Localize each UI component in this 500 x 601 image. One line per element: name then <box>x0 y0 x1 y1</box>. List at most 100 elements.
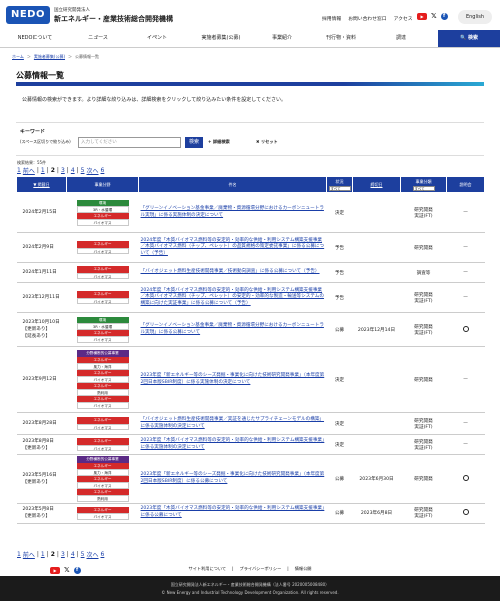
keyword-input[interactable]: 入力してください <box>78 137 181 148</box>
col-deadline[interactable]: 締切日 <box>352 176 401 193</box>
cell-briefing: — <box>446 412 485 435</box>
pager-first[interactable]: 1 <box>17 551 21 558</box>
cell-date: 2023年5月8日 【更新あり】 <box>16 503 67 524</box>
call-title-link[interactable]: 「グリーンイノベーション基金事業／廃棄物・資源循環分野におけるカーボンニュートラ… <box>141 206 324 218</box>
site-header: NEDO 国立研究開発法人 新エネルギー・産業技術総合開発機構 採用情報 お問い… <box>0 0 500 30</box>
cell-date: 2024年1月11日 <box>16 262 67 283</box>
call-title-link[interactable]: 「グリーンイノベーション基金事業／廃棄物・資源循環分野におけるカーボンニュートラ… <box>141 323 324 335</box>
field-tag: バイオマス <box>76 272 129 279</box>
table-row: 2024年1月11日 エネルギー バイオマス 「バイオジェット燃料生産技術開発事業／技… <box>16 262 485 283</box>
cell-title: 「バイオジェット燃料生産技術開発事業／技術動向調査」に係る公募について（予告） <box>138 262 327 283</box>
cell-title: 「バイオジェット燃料生産技術開発事業／実証を通じたサプライチェーンモデルの構築」… <box>138 412 327 435</box>
header-link-access[interactable]: アクセス <box>394 15 413 22</box>
call-title-link[interactable]: 2023年度「木質バイオマス燃料等の安定的・効率的な供給・利用システム構築支援事… <box>141 506 325 518</box>
pager-prev[interactable]: 前へ <box>23 550 35 559</box>
cell-deadline <box>352 232 401 263</box>
nav-news[interactable]: ニュース ▼ <box>70 30 126 47</box>
field-tag: バイオマス <box>76 219 129 226</box>
briefing-yes-icon <box>462 325 469 332</box>
pager-page[interactable]: 5 <box>81 551 85 558</box>
pager-page[interactable]: 4 <box>71 167 75 174</box>
call-title-link[interactable]: 2023年度「新エネルギー等のシーズ発掘・事業化に向けた技術研究開発事業」（本年… <box>141 472 325 484</box>
update-note: 【更新あり】 <box>22 479 51 485</box>
results-table: ▼ 掲載日 事業分野 件名 状況 すべて 締切日 事業分類 すべて 説明会 2024… <box>16 176 485 524</box>
cell-date: 2023年5月16日 【更新あり】 <box>16 454 67 504</box>
pager-page[interactable]: 1 <box>41 551 45 558</box>
col-date-sort[interactable]: ▼ 掲載日 <box>16 176 67 193</box>
cell-category: 調査等 <box>400 262 447 283</box>
keyword-search-button[interactable]: 検索 <box>185 137 203 148</box>
pager-last[interactable]: 6 <box>101 551 105 558</box>
table-row: 2023年9月12日 分野横断的公募事業 エネルギー 風力・海洋 エネルギー バイオマスエ… <box>16 346 485 413</box>
pagination-top: 1 前へ | 1 | 2 | 3 | 4 | 5 次へ 6 <box>17 166 105 175</box>
header-link-recruit[interactable]: 採用情報 <box>322 15 341 22</box>
cell-briefing <box>446 454 485 504</box>
footer-link-disclosure[interactable]: 情報公開 <box>295 566 312 572</box>
cell-briefing: — <box>446 232 485 263</box>
nav-projects[interactable]: 事業紹介 ▼ <box>254 30 310 47</box>
cell-category: 研究開発 実証(FT) <box>400 412 447 435</box>
detail-search-toggle[interactable]: + 詳細検索 <box>208 139 230 145</box>
header-links: 採用情報 お問い合わせ窓口 アクセス <box>322 15 413 22</box>
status-filter-select[interactable]: すべて <box>328 185 351 191</box>
field-tag: 熱利用 <box>76 495 129 502</box>
cell-briefing <box>446 312 485 347</box>
category-filter-select[interactable]: すべて <box>412 185 435 191</box>
youtube-icon[interactable]: ▶ <box>417 12 427 20</box>
english-button[interactable]: English <box>458 10 492 24</box>
nav-events[interactable]: イベント ▼ <box>126 30 188 47</box>
cell-title: 2023年度「新エネルギー等のシーズ発掘・事業化に向けた技術研究開発事業」（本年… <box>138 346 327 413</box>
nav-about[interactable]: NEDOについて ▼ <box>0 30 70 47</box>
call-title-link[interactable]: 2024年度「木質バイオマス燃料等の安定的・効率的な供給・利用システム構築支援事… <box>141 238 325 256</box>
cell-status: 決定 <box>326 346 353 413</box>
cell-field-tags: 分野横断的公募事業 エネルギー 風力・海洋 エネルギー バイオマス エネルギー 熱利用 <box>66 454 139 504</box>
cell-status: 公募 <box>326 503 353 524</box>
cell-deadline <box>352 262 401 283</box>
cell-date: 2024年2月15日 <box>16 192 67 233</box>
table-row: 2024年2月9日 エネルギー バイオマス 2024年度「木質バイオマス燃料等の安定的… <box>16 232 485 263</box>
pager-last[interactable]: 6 <box>101 167 105 174</box>
global-nav: NEDOについて ▼ ニュース ▼ イベント ▼ 実施者募集(公募) ▼ 事業紹介 ▼ 刊… <box>0 30 500 48</box>
call-title-link[interactable]: 「バイオジェット燃料生産技術開発事業／技術動向調査」に係る公募について（予告） <box>141 269 320 274</box>
footer-link-privacy[interactable]: プライバシーポリシー <box>240 566 282 572</box>
pager-current: 2 <box>50 167 55 174</box>
nav-procurement[interactable]: 調達 ▼ <box>372 30 430 47</box>
facebook-icon[interactable]: f <box>440 12 448 20</box>
cell-field-tags: エネルギー バイオマス <box>66 412 139 435</box>
nedo-logo[interactable]: NEDO <box>6 6 50 24</box>
call-title-link[interactable]: 2023年度「新エネルギー等のシーズ発掘・事業化に向けた技術研究開発事業」（本年… <box>141 373 325 385</box>
pager-first[interactable]: 1 <box>17 167 21 174</box>
cell-category: 研究開発 実証(FT) <box>400 503 447 524</box>
cell-category: 研究開発 <box>400 346 447 413</box>
col-title: 件名 <box>138 176 327 193</box>
cell-briefing: — <box>446 282 485 313</box>
nav-search-button[interactable]: 🔍 検索 <box>438 30 500 47</box>
header-link-contact[interactable]: お問い合わせ窓口 <box>348 15 386 22</box>
nav-calls[interactable]: 実施者募集(公募) ▼ <box>188 30 254 47</box>
pager-page[interactable]: 3 <box>61 551 65 558</box>
footer-link-terms[interactable]: サイト利用について <box>189 566 227 572</box>
breadcrumb-calls[interactable]: 実施者募集(公募) <box>34 54 65 60</box>
pager-prev[interactable]: 前へ <box>23 166 35 175</box>
field-tag: バイオマス <box>76 423 129 430</box>
pager-next[interactable]: 次へ <box>87 166 99 175</box>
pager-page[interactable]: 1 <box>41 167 45 174</box>
call-title-link[interactable]: 2024年度「木質バイオマス燃料等の安定的・効率的な供給・利用システム構築支援事… <box>141 288 324 306</box>
cell-category: 研究開発 <box>400 232 447 263</box>
cell-field-tags: エネルギー バイオマス <box>66 282 139 313</box>
call-title-link[interactable]: 「バイオジェット燃料生産技術開発事業／実証を通じたサプライチェーンモデルの構築」… <box>141 417 325 429</box>
org-name[interactable]: 新エネルギー・産業技術総合開発機構 <box>54 14 173 24</box>
reset-button[interactable]: ✖ リセット <box>256 139 278 145</box>
table-row: 2023年12月11日 エネルギー バイオマス 2024年度「木質バイオマス燃料等の安… <box>16 282 485 313</box>
pager-next[interactable]: 次へ <box>87 550 99 559</box>
call-title-link[interactable]: 2023年度「木質バイオマス燃料等の安定的・効率的な供給・利用システム構築支援事… <box>141 438 325 450</box>
pager-page[interactable]: 4 <box>71 551 75 558</box>
pager-page[interactable]: 3 <box>61 167 65 174</box>
cell-title: 2023年度「木質バイオマス燃料等の安定的・効率的な供給・利用システム構築支援事… <box>138 503 327 524</box>
breadcrumb-home[interactable]: ホーム <box>12 54 24 60</box>
x-icon[interactable]: 𝕏 <box>431 12 437 20</box>
nav-publications[interactable]: 刊行物・資料 ▼ <box>310 30 372 47</box>
pager-page[interactable]: 5 <box>81 167 85 174</box>
cell-field-tags: 分野横断的公募事業 エネルギー 風力・海洋 エネルギー バイオマス エネルギー 熱利用 エネル… <box>66 346 139 413</box>
update-note: 【更新あり】 <box>22 445 51 451</box>
